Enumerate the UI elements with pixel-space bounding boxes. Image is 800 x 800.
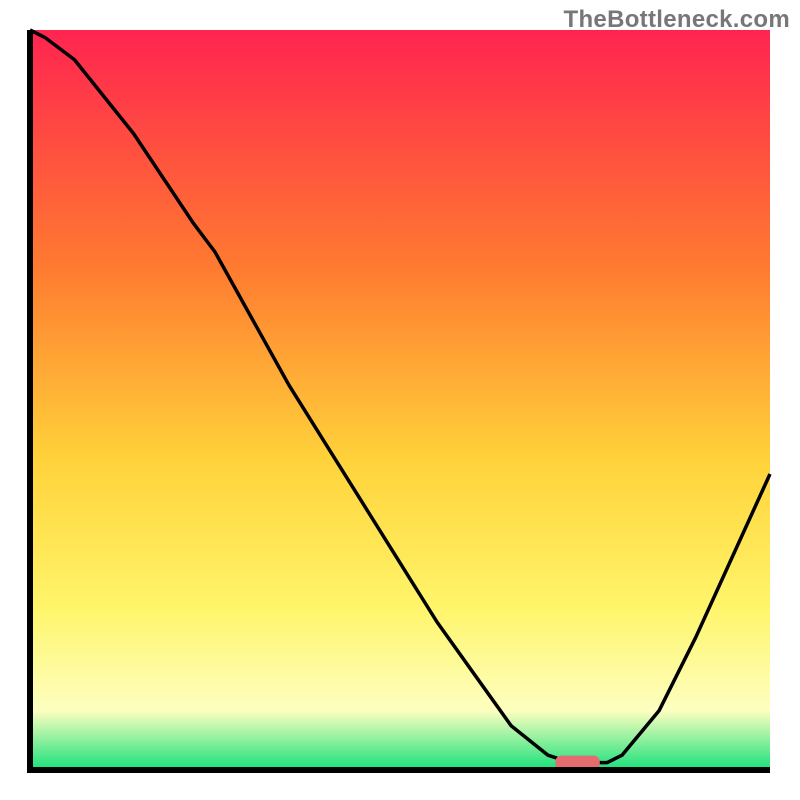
chart-container: { "watermark": "TheBottleneck.com", "col…: [0, 0, 800, 800]
plot-background: [30, 30, 770, 770]
chart-svg: [0, 0, 800, 800]
watermark-text: TheBottleneck.com: [564, 6, 790, 34]
